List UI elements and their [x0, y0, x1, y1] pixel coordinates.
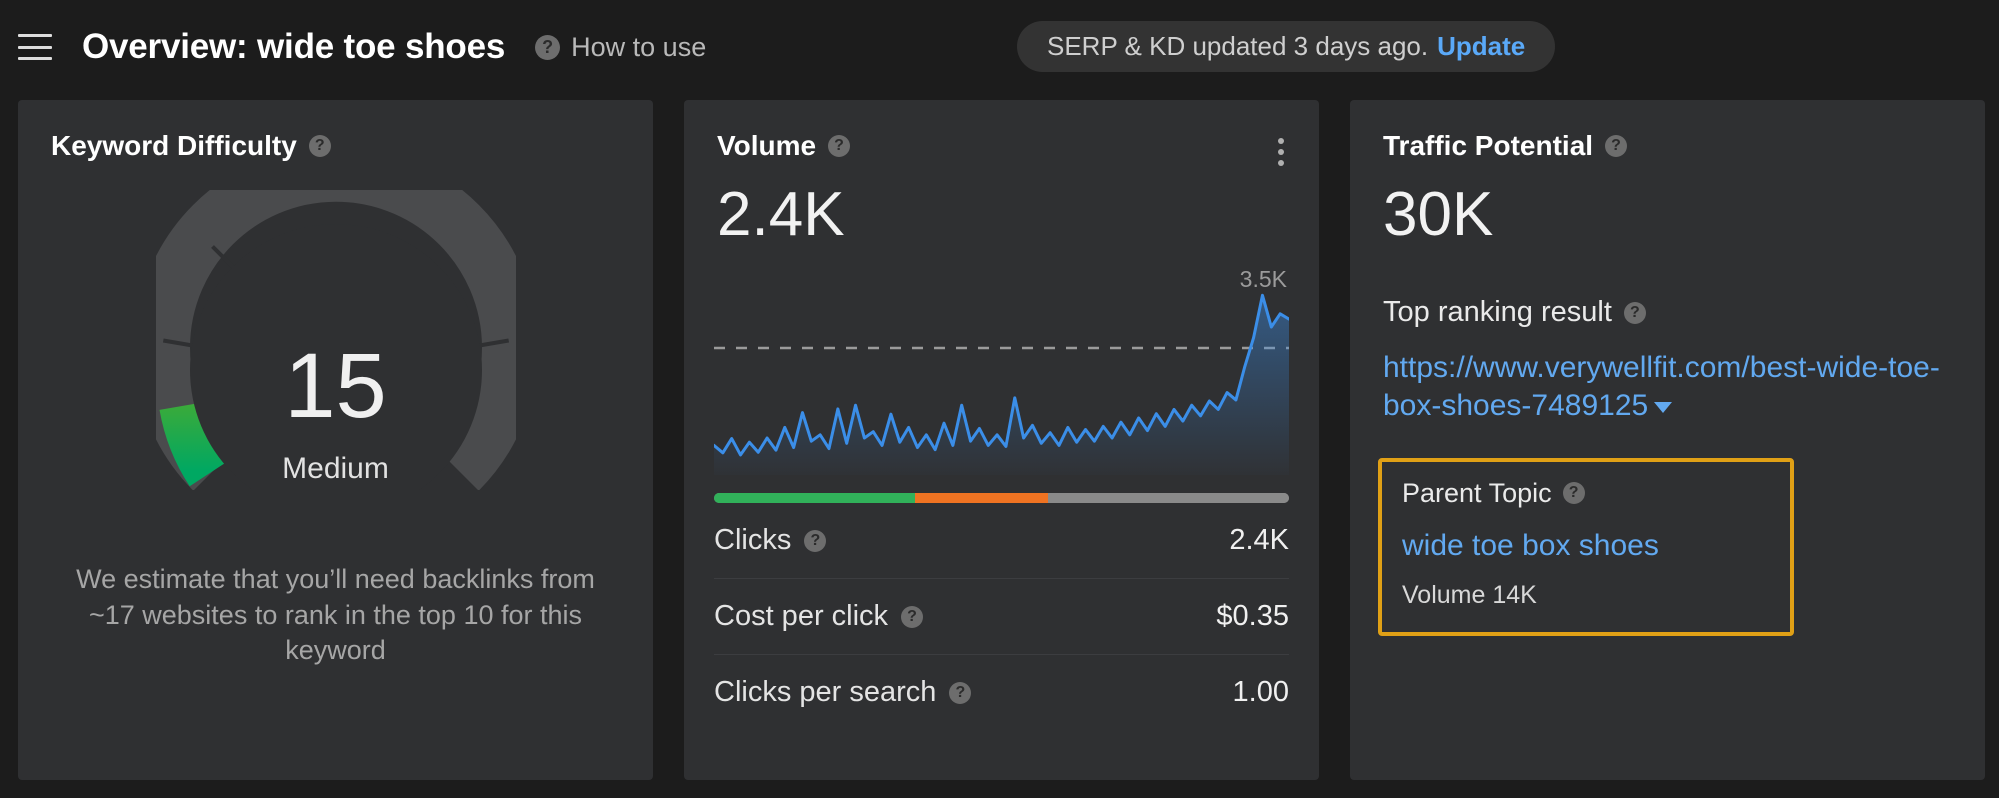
- keyword-difficulty-title: Keyword Difficulty ?: [51, 130, 653, 162]
- traffic-potential-title: Traffic Potential ?: [1383, 130, 1985, 162]
- update-notice-text: SERP & KD updated 3 days ago.: [1047, 31, 1428, 62]
- parent-topic-volume: Volume 14K: [1402, 581, 1770, 610]
- serp-update-banner[interactable]: SERP & KD updated 3 days ago. Update: [1017, 21, 1555, 72]
- help-icon[interactable]: ?: [828, 135, 850, 157]
- volume-metric-row: Clicks ? 2.4K: [714, 503, 1289, 579]
- volume-metric-label-group: Clicks per search ?: [714, 676, 971, 709]
- segment-clicks-paid: [915, 493, 1047, 503]
- difficulty-gauge: 15 Medium: [18, 190, 653, 490]
- volume-metric-value: 1.00: [1233, 676, 1289, 709]
- volume-metric-row: Clicks per search ? 1.00: [714, 655, 1289, 730]
- difficulty-score: 15: [18, 340, 653, 432]
- hamburger-bar: [18, 57, 52, 60]
- kebab-dot: [1278, 138, 1284, 144]
- help-icon[interactable]: ?: [1624, 302, 1646, 324]
- help-icon[interactable]: ?: [1563, 482, 1585, 504]
- volume-value: 2.4K: [717, 184, 1319, 246]
- keyword-difficulty-title-text: Keyword Difficulty: [51, 130, 297, 162]
- volume-metric-label: Clicks per search: [714, 676, 936, 709]
- parent-topic-label-group: Parent Topic ?: [1402, 478, 1770, 509]
- volume-metric-label-group: Clicks ?: [714, 524, 826, 557]
- help-icon[interactable]: ?: [309, 135, 331, 157]
- top-ranking-result-label: Top ranking result: [1383, 296, 1612, 329]
- hamburger-bar: [18, 34, 52, 37]
- kebab-dot: [1278, 149, 1284, 155]
- volume-title-text: Volume: [717, 130, 816, 162]
- difficulty-rating: Medium: [18, 452, 653, 486]
- help-icon[interactable]: ?: [1605, 135, 1627, 157]
- help-icon[interactable]: ?: [804, 530, 826, 552]
- volume-metric-row: Cost per click ? $0.35: [714, 579, 1289, 655]
- sparkline-max-label: 3.5K: [1240, 266, 1287, 293]
- volume-card: Volume ? 2.4K 3.5K: [684, 100, 1319, 780]
- volume-sparkline-svg: [714, 290, 1289, 475]
- parent-topic-label: Parent Topic: [1402, 478, 1552, 509]
- parent-topic-box: Parent Topic ? wide toe box shoes Volume…: [1378, 458, 1794, 636]
- volume-metric-label-group: Cost per click ?: [714, 600, 923, 633]
- page-header: Overview: wide toe shoes ? How to use: [0, 0, 1999, 94]
- segment-no-clicks: [1048, 493, 1290, 503]
- how-to-use-label: How to use: [571, 32, 706, 63]
- how-to-use-link[interactable]: ? How to use: [535, 32, 706, 63]
- volume-title: Volume ?: [717, 130, 1319, 162]
- kebab-dot: [1278, 160, 1284, 166]
- clicks-distribution-bar: [714, 493, 1289, 503]
- volume-metric-label: Cost per click: [714, 600, 888, 633]
- help-icon[interactable]: ?: [901, 606, 923, 628]
- sparkline-area: [714, 295, 1289, 475]
- volume-options-kebab-icon[interactable]: [1277, 138, 1285, 166]
- chevron-down-icon[interactable]: [1654, 402, 1672, 413]
- help-icon[interactable]: ?: [535, 35, 560, 60]
- volume-sparkline: 3.5K: [714, 266, 1289, 481]
- volume-metric-value: $0.35: [1216, 600, 1289, 633]
- page-title: Overview: wide toe shoes: [82, 27, 505, 67]
- help-icon[interactable]: ?: [949, 682, 971, 704]
- keyword-difficulty-card: Keyword Difficulty ?: [18, 100, 653, 780]
- top-ranking-url-row[interactable]: https://www.verywellfit.com/best-wide-to…: [1383, 349, 1952, 426]
- parent-topic-keyword[interactable]: wide toe box shoes: [1402, 529, 1770, 563]
- traffic-potential-card: Traffic Potential ? 30K Top ranking resu…: [1350, 100, 1985, 780]
- backlinks-estimate-note: We estimate that you’ll need backlinks f…: [54, 562, 617, 669]
- metric-cards: Keyword Difficulty ?: [0, 100, 1999, 790]
- traffic-potential-value: 30K: [1383, 184, 1985, 246]
- hamburger-menu-icon[interactable]: [18, 34, 52, 60]
- update-button[interactable]: Update: [1437, 31, 1525, 62]
- traffic-potential-title-text: Traffic Potential: [1383, 130, 1593, 162]
- volume-metric-value: 2.4K: [1229, 524, 1289, 557]
- overview-page: Overview: wide toe shoes ? How to use SE…: [0, 0, 1999, 798]
- segment-clicks-organic: [714, 493, 915, 503]
- top-ranking-result-label-group: Top ranking result ?: [1383, 296, 1985, 329]
- hamburger-bar: [18, 46, 52, 49]
- volume-metric-label: Clicks: [714, 524, 791, 557]
